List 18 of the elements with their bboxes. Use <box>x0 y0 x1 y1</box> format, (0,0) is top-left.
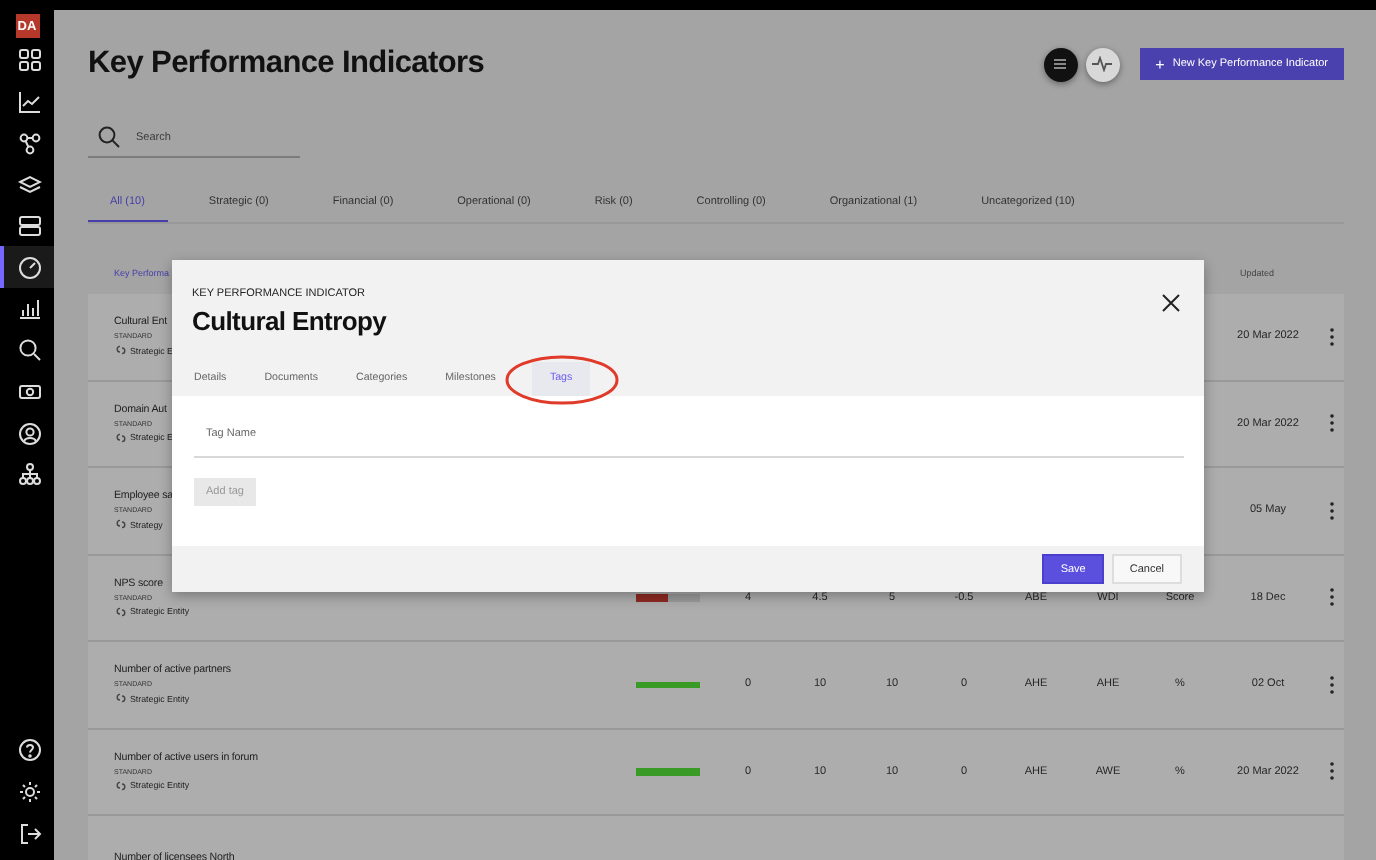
pulse-icon <box>1092 56 1113 72</box>
link-icon <box>114 431 128 444</box>
progress-bar <box>636 594 700 601</box>
stack-icon <box>1052 56 1069 72</box>
link-icon <box>114 779 128 792</box>
search-icon <box>98 126 120 148</box>
gauge-icon[interactable] <box>0 246 54 289</box>
progress-bar <box>636 768 700 775</box>
link-icon <box>114 692 128 705</box>
pulse-button[interactable] <box>1085 47 1120 81</box>
link-icon <box>114 605 128 618</box>
page-title: Key Performance Indicators <box>88 46 485 82</box>
layers-button[interactable] <box>1043 47 1078 81</box>
link-icon <box>114 344 128 357</box>
dialog-title: Cultural Entropy <box>192 306 387 336</box>
link-icon <box>114 518 128 531</box>
close-icon[interactable] <box>1162 288 1180 308</box>
progress-bar <box>636 681 700 688</box>
